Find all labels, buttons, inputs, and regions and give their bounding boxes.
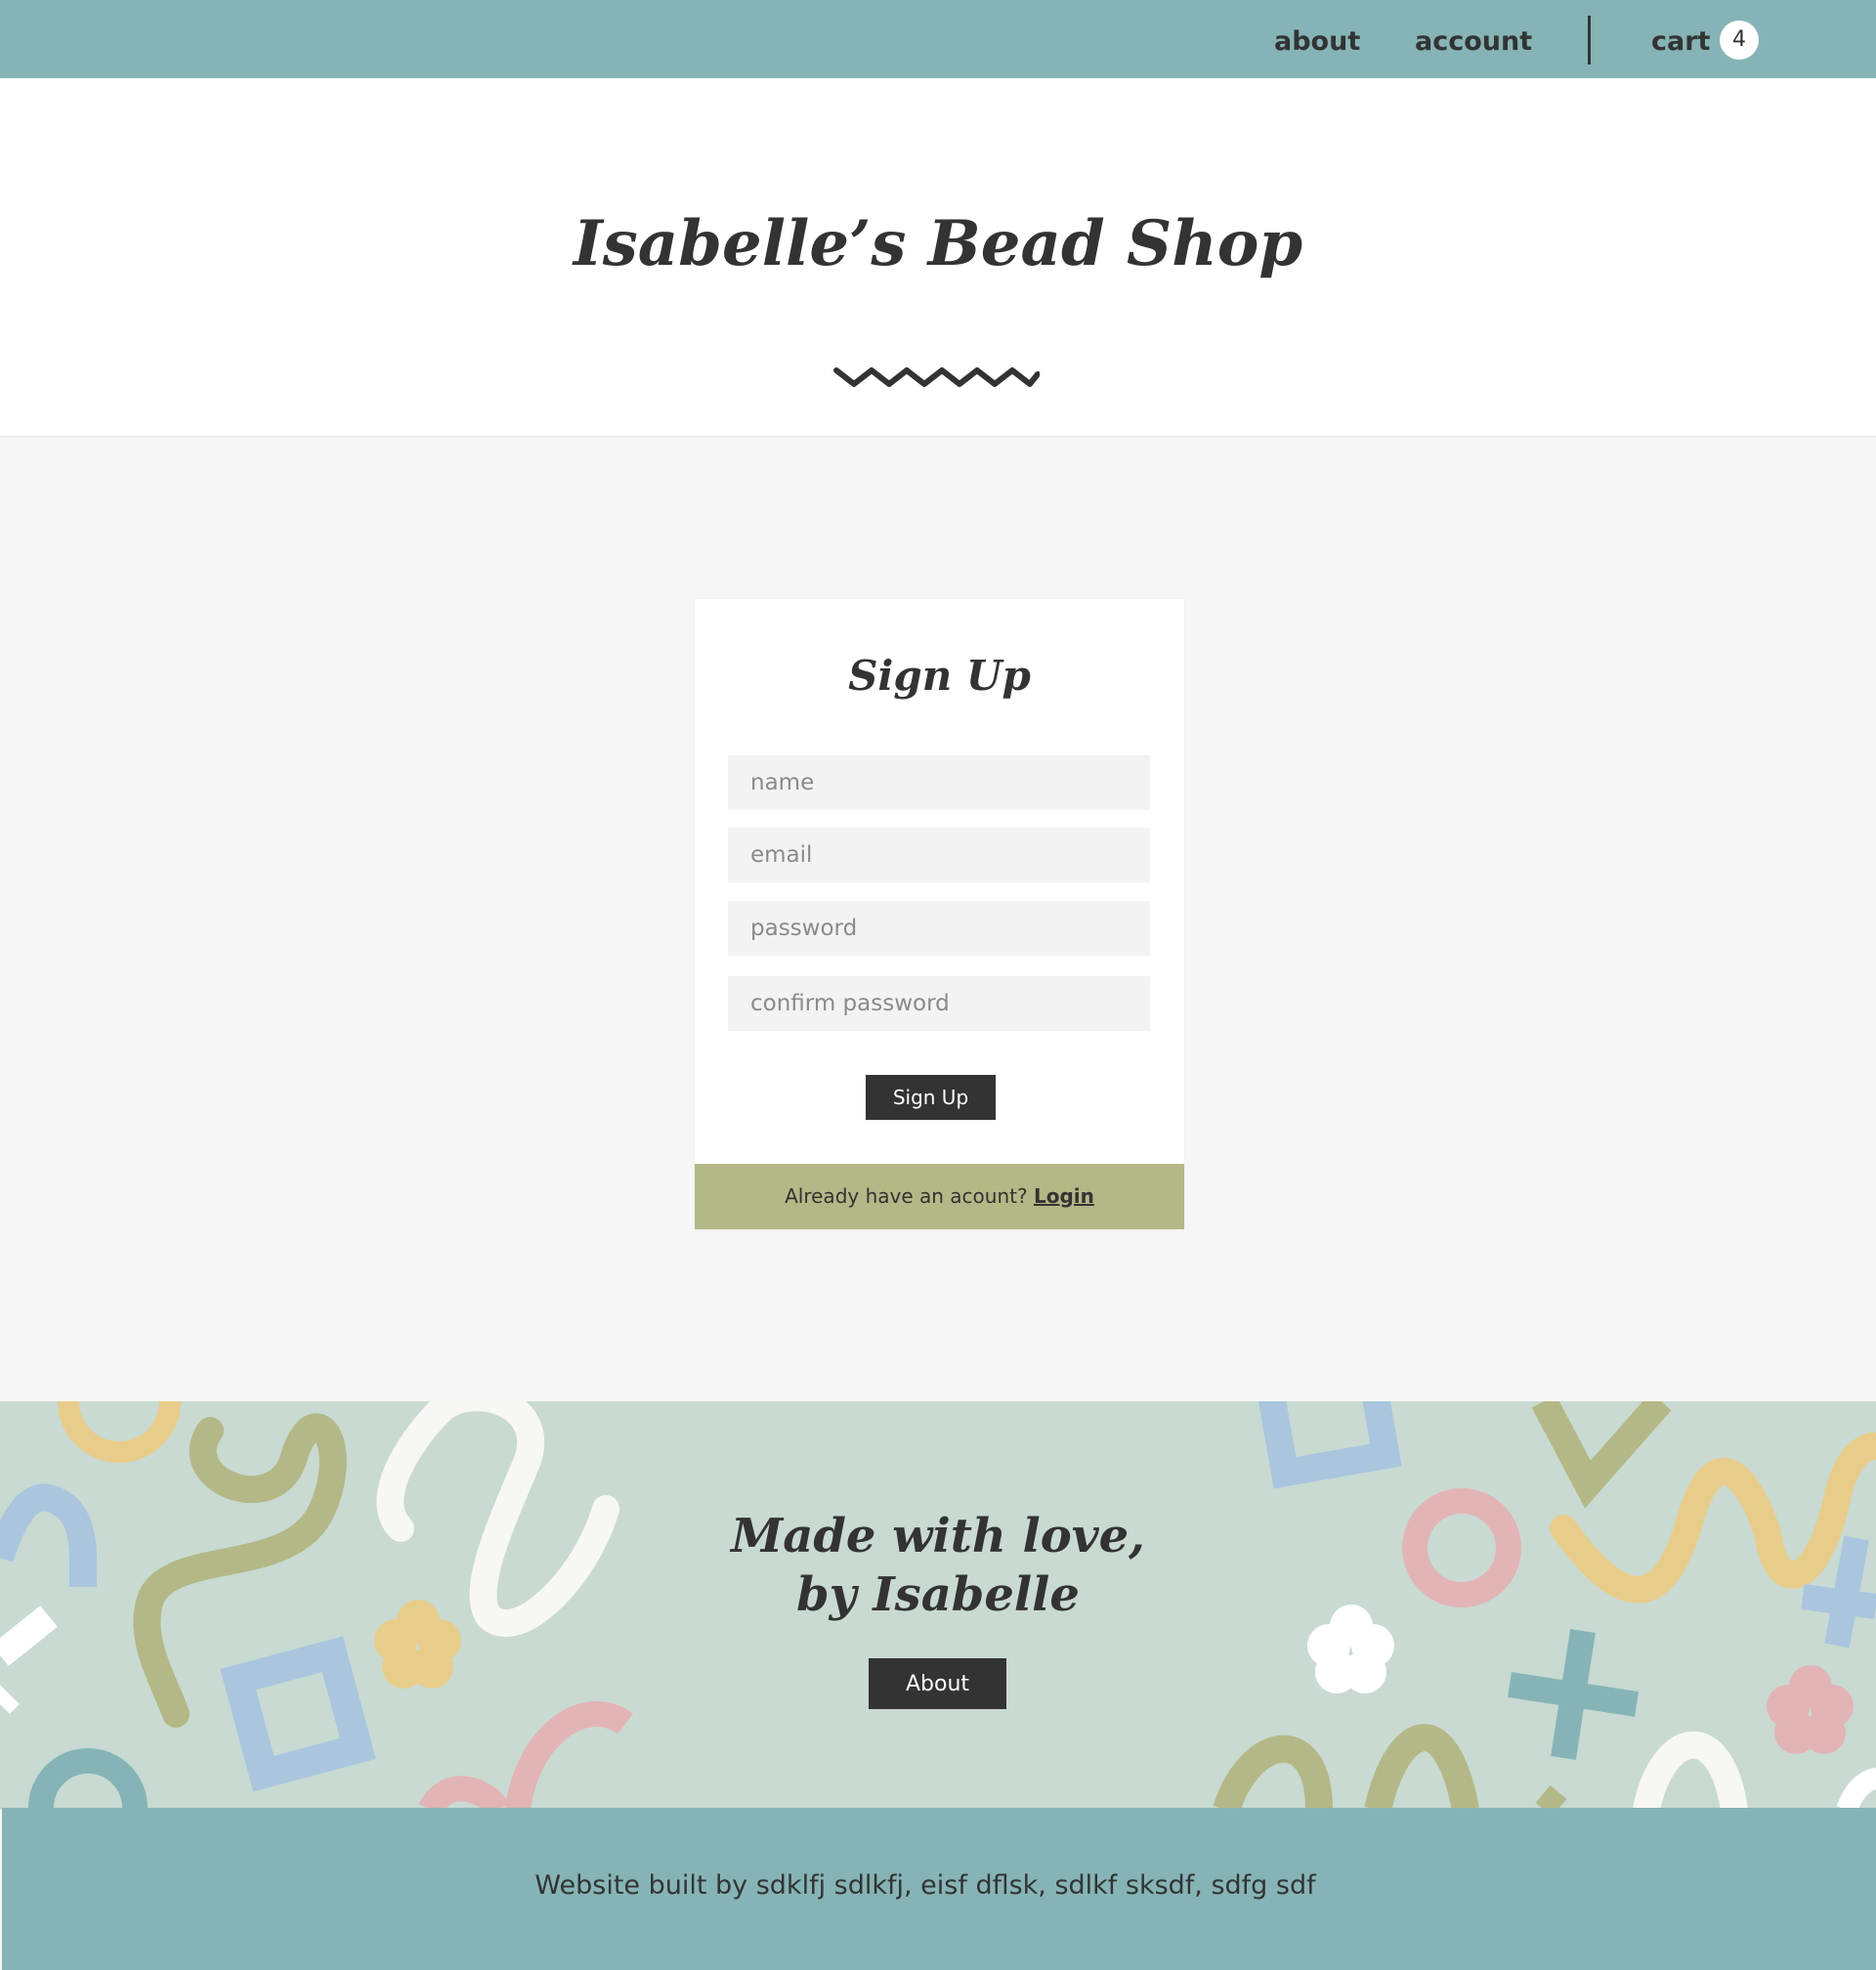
confirm-password-input[interactable] xyxy=(728,976,1150,1031)
tagline-line-2: by Isabelle xyxy=(796,1567,1080,1622)
name-input[interactable] xyxy=(728,755,1150,810)
made-with-love-tagline: Made with love, by Isabelle xyxy=(0,1507,1876,1624)
signup-card: Sign Up Sign Up Already have an acount? … xyxy=(695,599,1184,1229)
signup-heading: Sign Up xyxy=(848,652,1031,700)
footer-credit: Website built by sdklfj sdlkfj, eisf dfl… xyxy=(534,1870,1316,1901)
signup-button[interactable]: Sign Up xyxy=(866,1075,996,1120)
shop-title: Isabelle’s Bead Shop xyxy=(573,207,1303,280)
about-button[interactable]: About xyxy=(869,1658,1006,1709)
password-input[interactable] xyxy=(728,901,1150,956)
site-header: Isabelle’s Bead Shop xyxy=(0,78,1876,438)
nav-divider xyxy=(1588,16,1591,64)
login-prompt-bar: Already have an acount? Login xyxy=(695,1164,1184,1229)
login-prompt-text: Already have an acount? xyxy=(785,1184,1028,1208)
made-with-love-band: Made with love, by Isabelle About xyxy=(0,1401,1876,1810)
email-input[interactable] xyxy=(728,828,1150,882)
nav-cart-link[interactable]: cart xyxy=(1651,21,1710,63)
top-nav: about account cart 4 xyxy=(0,0,1876,78)
zigzag-divider-icon xyxy=(833,367,1040,387)
tagline-line-1: Made with love, xyxy=(731,1509,1145,1563)
login-link[interactable]: Login xyxy=(1034,1184,1094,1208)
site-footer: Website built by sdklfj sdlkfj, eisf dfl… xyxy=(2,1808,1876,1970)
nav-about-link[interactable]: about xyxy=(1274,21,1360,63)
nav-account-link[interactable]: account xyxy=(1415,21,1532,63)
cart-count-badge: 4 xyxy=(1720,21,1759,60)
